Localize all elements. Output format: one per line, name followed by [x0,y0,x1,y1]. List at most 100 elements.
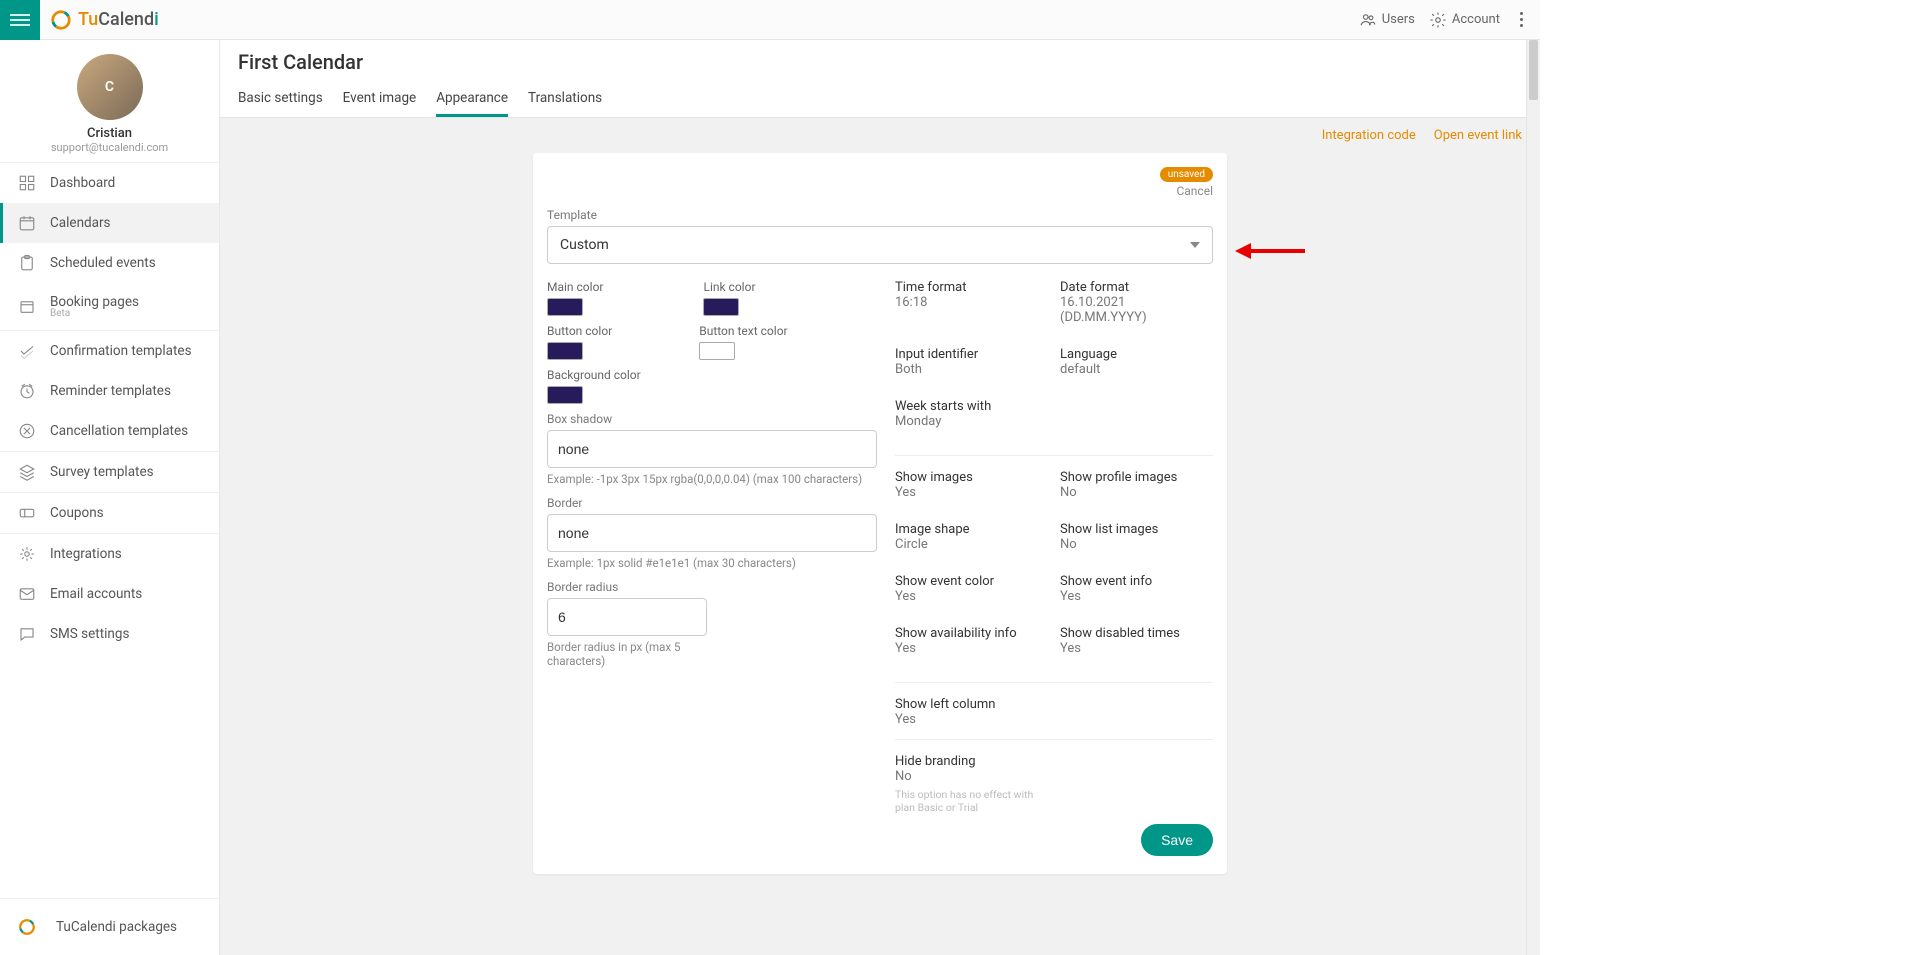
topbar: TuCalendi Users Account [0,0,1540,40]
button-text-color-label: Button text color [699,324,787,338]
main-color-label: Main color [547,280,603,294]
hide-branding-value: No [895,769,1213,784]
template-select[interactable]: Custom [547,226,1213,264]
show-disabled-times-label: Show disabled times [1060,626,1213,641]
profile-email: support@tucalendi.com [0,141,219,154]
brand-logo[interactable]: TuCalendi [40,9,169,31]
show-images-label: Show images [895,470,1048,485]
logo-ring-icon [18,918,36,936]
sidebar-item-scheduled-events[interactable]: Scheduled events [0,243,219,283]
chat-icon [18,625,36,643]
avatar[interactable]: C [77,54,143,120]
layers-icon [18,463,36,481]
sidebar-item-email-accounts[interactable]: Email accounts [0,574,219,614]
background-color-label: Background color [547,368,641,382]
sidebar-item-dashboard[interactable]: Dashboard [0,163,219,203]
sidebar-item-cancellation-templates[interactable]: Cancellation templates [0,411,219,451]
border-radius-input[interactable] [547,598,707,636]
content-area: First Calendar Basic settings Event imag… [220,40,1540,955]
show-images-value: Yes [895,485,1048,500]
border-input[interactable] [547,514,877,552]
hamburger-menu-button[interactable] [0,0,40,40]
background-color-swatch[interactable] [547,386,583,404]
show-event-info-value: Yes [1060,589,1213,604]
clock-icon [18,382,36,400]
sidebar-item-packages[interactable]: TuCalendi packages [0,907,219,947]
hide-branding-label: Hide branding [895,754,1213,769]
show-left-column-value: Yes [895,712,1213,727]
border-help: Example: 1px solid #e1e1e1 (max 30 chara… [547,556,877,570]
scrollbar[interactable] [1526,40,1540,955]
brand-i: i [154,9,159,30]
sidebar-item-confirmation-templates[interactable]: Confirmation templates [0,331,219,371]
tab-translations[interactable]: Translations [528,82,602,117]
users-icon [1359,11,1377,29]
image-shape-label: Image shape [895,522,1048,537]
cancel-icon [18,422,36,440]
page-icon [18,298,36,316]
appearance-card: unsaved Cancel Template Custom Main colo… [533,153,1227,874]
calendar-icon [18,214,36,232]
link-color-label: Link color [703,280,755,294]
integration-code-link[interactable]: Integration code [1322,128,1416,143]
page-title: First Calendar [238,50,1522,74]
input-identifier-label: Input identifier [895,347,1048,362]
chevron-down-icon [1190,242,1200,248]
sidebar: C Cristian support@tucalendi.com Dashboa… [0,40,220,955]
account-link[interactable]: Account [1429,11,1500,29]
tab-appearance[interactable]: Appearance [436,82,508,117]
hide-branding-note: This option has no effect with plan Basi… [895,788,1045,814]
border-label: Border [547,496,877,510]
sidebar-item-label: SMS settings [50,626,129,642]
save-button[interactable]: Save [1141,824,1213,856]
template-label: Template [547,208,1213,222]
show-profile-images-label: Show profile images [1060,470,1213,485]
sidebar-item-booking-pages[interactable]: Booking pages Beta [0,283,219,330]
tab-event-image[interactable]: Event image [343,82,417,117]
sidebar-item-integrations[interactable]: Integrations [0,534,219,574]
sidebar-item-coupons[interactable]: Coupons [0,493,219,533]
button-color-label: Button color [547,324,612,338]
open-event-link[interactable]: Open event link [1434,128,1522,143]
button-color-swatch[interactable] [547,342,583,360]
tab-basic-settings[interactable]: Basic settings [238,82,323,117]
main-color-swatch[interactable] [547,298,583,316]
input-identifier-value: Both [895,362,1048,377]
overflow-menu-button[interactable] [1514,12,1528,27]
sidebar-item-label: Reminder templates [50,383,171,399]
sidebar-item-label: Dashboard [50,175,115,191]
sidebar-item-survey-templates[interactable]: Survey templates [0,452,219,492]
unsaved-badge: unsaved [1160,167,1213,182]
show-left-column-label: Show left column [895,697,1213,712]
button-text-color-swatch[interactable] [699,342,735,360]
date-format-label: Date format [1060,280,1213,295]
clipboard-icon [18,254,36,272]
brand-cal: Calend [98,9,154,30]
mail-icon [18,585,36,603]
box-shadow-help: Example: -1px 3px 15px rgba(0,0,0,0.04) … [547,472,877,486]
cancel-link[interactable]: Cancel [1176,184,1213,198]
template-select-value: Custom [560,237,609,253]
week-starts-value: Monday [895,414,1048,429]
border-radius-help: Border radius in px (max 5 characters) [547,640,687,668]
sidebar-item-label: Coupons [50,505,104,521]
box-shadow-label: Box shadow [547,412,877,426]
box-shadow-input[interactable] [547,430,877,468]
show-event-color-value: Yes [895,589,1048,604]
account-label: Account [1452,12,1500,27]
link-color-swatch[interactable] [703,298,739,316]
sidebar-item-sms-settings[interactable]: SMS settings [0,614,219,654]
sidebar-item-sublabel: Beta [50,308,139,319]
date-format-value: 16.10.2021 (DD.MM.YYYY) [1060,295,1213,325]
sidebar-item-label: Survey templates [50,464,154,480]
border-radius-label: Border radius [547,580,877,594]
sidebar-item-reminder-templates[interactable]: Reminder templates [0,371,219,411]
sidebar-item-calendars[interactable]: Calendars [0,203,219,243]
show-profile-images-value: No [1060,485,1213,500]
gear-icon [1429,11,1447,29]
profile-name: Cristian [0,126,219,141]
users-link[interactable]: Users [1359,11,1415,29]
show-list-images-value: No [1060,537,1213,552]
sidebar-item-label: Email accounts [50,586,142,602]
sidebar-item-label: Confirmation templates [50,343,192,359]
